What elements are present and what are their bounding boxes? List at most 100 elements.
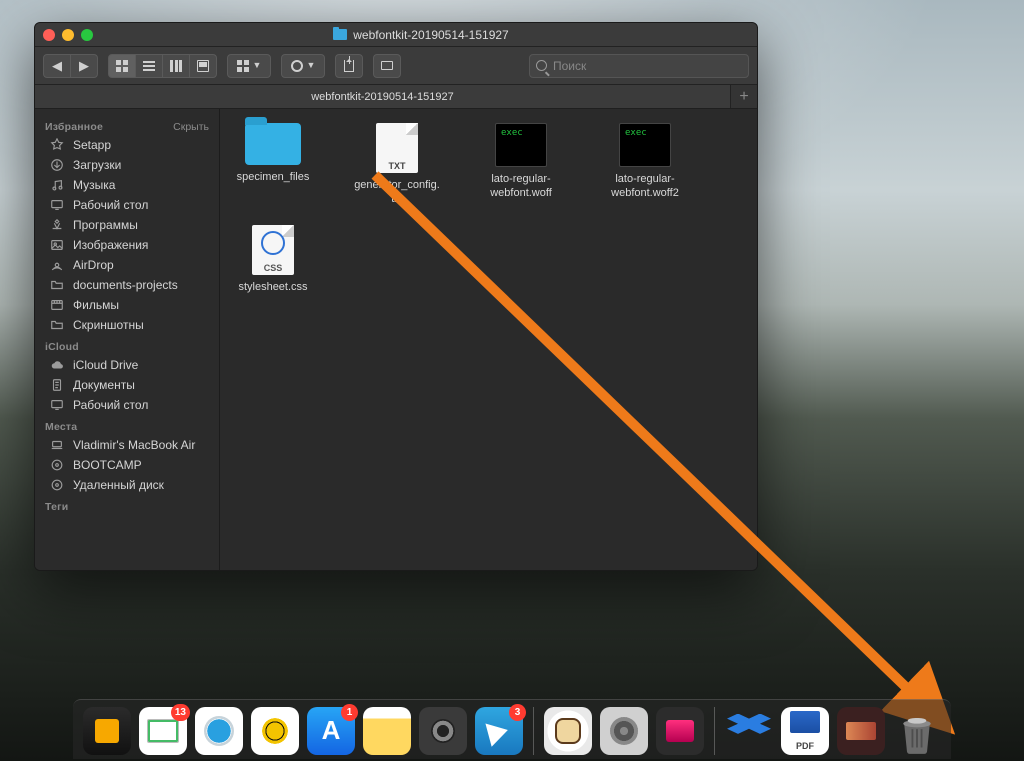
dock-app-notes[interactable]: [363, 707, 411, 755]
sidebar-section-header: Избранное Скрыть: [35, 115, 219, 135]
folder-icon: [245, 123, 301, 165]
dock-app-forklift[interactable]: [83, 707, 131, 755]
dock-app-appstore[interactable]: 1: [307, 707, 355, 755]
dock-app-telegram[interactable]: 3: [475, 707, 523, 755]
cloud-icon: [49, 358, 65, 372]
sidebar-item[interactable]: Фильмы: [35, 295, 219, 315]
sidebar-item-label: iCloud Drive: [73, 358, 138, 372]
file-grid[interactable]: specimen_files TXTgenerator_config.txt exe…: [220, 109, 757, 570]
sidebar-item[interactable]: Vladimir's MacBook Air: [35, 435, 219, 455]
music-icon: [49, 178, 65, 192]
sidebar-hide-button[interactable]: Скрыть: [173, 121, 209, 133]
file-item[interactable]: TXTgenerator_config.txt: [354, 123, 440, 207]
dock-app-jdown[interactable]: [251, 707, 299, 755]
sidebar-section-header: Теги: [35, 495, 219, 515]
titlebar[interactable]: webfontkit-20190514-151927: [35, 23, 757, 47]
sidebar: Избранное Скрыть Setapp Загрузки Музыка Рабоч…: [35, 109, 220, 570]
dock-separator: [533, 707, 534, 755]
sidebar-item[interactable]: AirDrop: [35, 255, 219, 275]
dock-app-sysprefs[interactable]: [600, 707, 648, 755]
desktop-icon: [49, 398, 65, 412]
sidebar-section-title: Избранное: [45, 121, 103, 133]
setapp-icon: [49, 138, 65, 152]
dock-app-trash[interactable]: [893, 707, 941, 755]
gear-icon: [291, 60, 303, 72]
sidebar-item[interactable]: Setapp: [35, 135, 219, 155]
dock-app-dropbox[interactable]: [725, 707, 773, 755]
sidebar-item[interactable]: Загрузки: [35, 155, 219, 175]
download-icon: [49, 158, 65, 172]
sidebar-item[interactable]: Программы: [35, 215, 219, 235]
badge: 1: [341, 704, 358, 721]
sidebar-item-label: Загрузки: [73, 158, 121, 172]
file-label: lato-regular-webfont.woff: [478, 173, 564, 201]
sidebar-item[interactable]: Изображения: [35, 235, 219, 255]
dock-app-logic[interactable]: [419, 707, 467, 755]
dock-app-pdf[interactable]: [781, 707, 829, 755]
file-item[interactable]: CSSstylesheet.css: [230, 225, 316, 295]
sidebar-item-label: Документы: [73, 378, 135, 392]
search-icon: [536, 60, 547, 71]
search-placeholder: Поиск: [553, 59, 586, 73]
sidebar-item[interactable]: Рабочий стол: [35, 395, 219, 415]
zoom-button[interactable]: [81, 29, 93, 41]
sidebar-item[interactable]: Музыка: [35, 175, 219, 195]
view-list-button[interactable]: [135, 54, 163, 78]
sidebar-item-label: Изображения: [73, 238, 148, 252]
view-switcher: [108, 54, 217, 78]
sidebar-item[interactable]: BOOTCAMP: [35, 455, 219, 475]
window-controls: [43, 29, 93, 41]
back-button[interactable]: ◀: [43, 54, 71, 78]
dock-app-safari[interactable]: [195, 707, 243, 755]
file-item[interactable]: specimen_files: [230, 123, 316, 207]
file-item[interactable]: exec lato-regular-webfont.woff: [478, 123, 564, 207]
sidebar-item-label: BOOTCAMP: [73, 458, 142, 472]
window-title: webfontkit-20190514-151927: [93, 28, 749, 42]
docs-icon: [49, 378, 65, 392]
sidebar-item-label: Удаленный диск: [73, 478, 164, 492]
arrange-button[interactable]: ▼: [227, 54, 271, 78]
nav-buttons: ◀ ▶: [43, 54, 98, 78]
sidebar-item[interactable]: iCloud Drive: [35, 355, 219, 375]
minimize-button[interactable]: [62, 29, 74, 41]
action-button[interactable]: ▼: [281, 54, 325, 78]
tab-new-button[interactable]: +: [731, 85, 757, 108]
sidebar-item-label: Музыка: [73, 178, 115, 192]
close-button[interactable]: [43, 29, 55, 41]
window-title-text: webfontkit-20190514-151927: [353, 28, 508, 42]
sidebar-section-title: iCloud: [45, 341, 79, 353]
sidebar-item-label: Рабочий стол: [73, 398, 148, 412]
sidebar-item[interactable]: Удаленный диск: [35, 475, 219, 495]
sidebar-item-label: Программы: [73, 218, 138, 232]
forward-button[interactable]: ▶: [70, 54, 98, 78]
disk-icon: [49, 458, 65, 472]
exec-file-icon: exec: [495, 123, 547, 167]
search-field[interactable]: Поиск: [529, 54, 749, 78]
tag-icon: [381, 61, 393, 70]
share-button[interactable]: [335, 54, 363, 78]
sidebar-item[interactable]: Рабочий стол: [35, 195, 219, 215]
file-item[interactable]: execlato-regular-webfont.woff2: [602, 123, 688, 207]
desktop: webfontkit-20190514-151927 ◀ ▶ ▼ ▼ Поиск: [0, 0, 1024, 761]
share-icon: [344, 60, 354, 72]
folder-icon: [49, 278, 65, 292]
sidebar-item-label: documents-projects: [73, 278, 178, 292]
view-columns-button[interactable]: [162, 54, 190, 78]
tab-active[interactable]: webfontkit-20190514-151927: [35, 85, 731, 108]
laptop-icon: [49, 438, 65, 452]
folder-icon: [49, 318, 65, 332]
view-icons-button[interactable]: [108, 54, 136, 78]
sidebar-item-label: Рабочий стол: [73, 198, 148, 212]
sidebar-item-label: Скриншотны: [73, 318, 144, 332]
view-gallery-button[interactable]: [189, 54, 217, 78]
tags-button[interactable]: [373, 54, 401, 78]
sidebar-item[interactable]: Скриншотны: [35, 315, 219, 335]
sidebar-item-label: Vladimir's MacBook Air: [73, 438, 195, 452]
sidebar-item[interactable]: documents-projects: [35, 275, 219, 295]
dock-app-mail[interactable]: 13: [139, 707, 187, 755]
dock-app-iina[interactable]: [837, 707, 885, 755]
sidebar-item[interactable]: Документы: [35, 375, 219, 395]
dock-app-bear[interactable]: [544, 707, 592, 755]
dock-app-cleanmac[interactable]: [656, 707, 704, 755]
sidebar-section-header: iCloud: [35, 335, 219, 355]
